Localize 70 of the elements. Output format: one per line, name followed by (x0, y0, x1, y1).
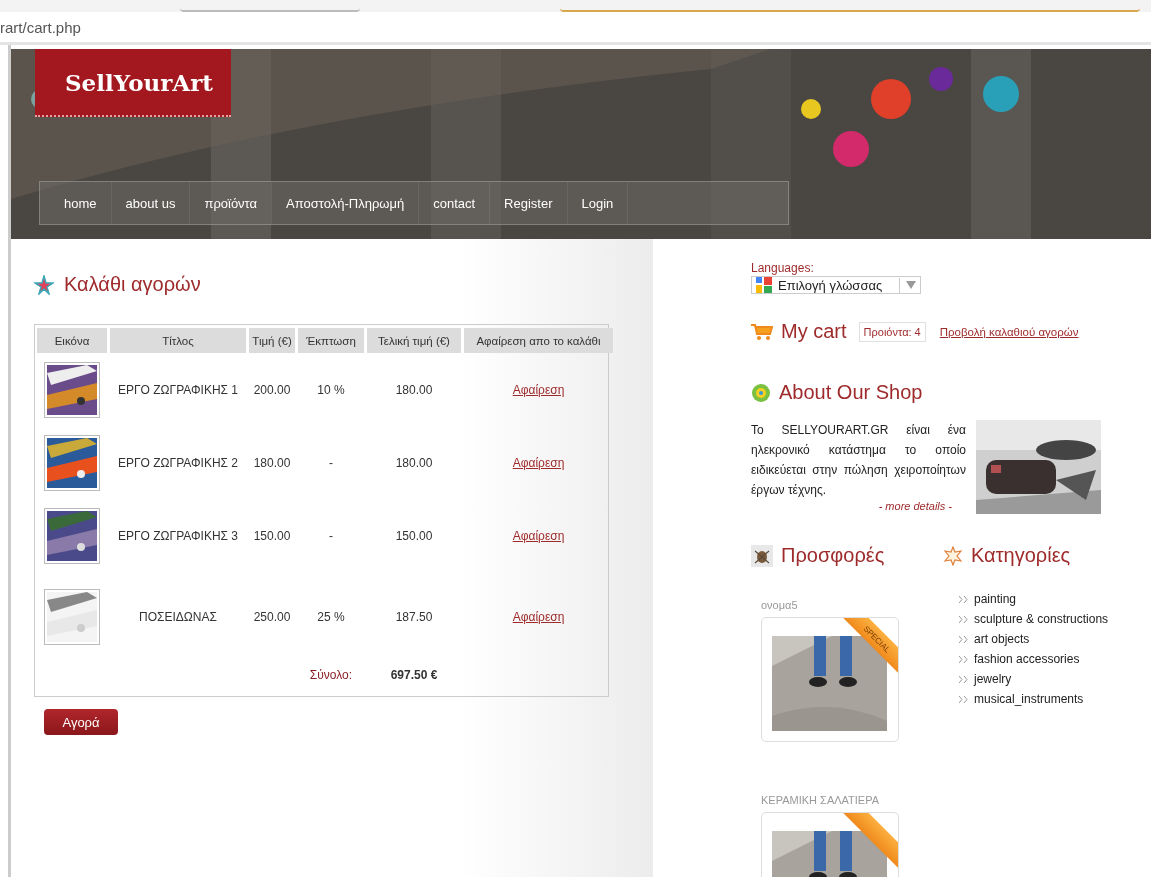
table-cell-text: 180.00 (394, 381, 434, 399)
language-select[interactable]: Επιλογή γλώσσας (751, 276, 921, 294)
table-cell-text: ΕΡΓΟ ΖΩΓΡΑΦΙΚΗΣ 1 (117, 381, 239, 399)
category-link[interactable]: sculpture & constructions (959, 609, 1109, 629)
star-icon (34, 274, 54, 295)
chevrons-icon (959, 695, 968, 703)
chevrons-icon (959, 595, 968, 603)
table-cell-text: 180.00 (394, 454, 434, 472)
table-cell-text: 187.50 (394, 609, 434, 626)
section-title: Προσφορές (781, 544, 885, 567)
more-details-link[interactable]: - more details - (878, 500, 952, 512)
total-value: 697.50 € (389, 667, 439, 684)
dropdown-arrow-icon (906, 281, 916, 289)
about-text: Το SELLYOURART.GR είναι ένα ηλεκρονικό κατάστημα το οποίο ειδικεύεται στην πώληση χειροποίητων έργων τέχνης. (751, 422, 966, 499)
bug-icon (751, 544, 773, 567)
address-bar[interactable]: rart/cart.php (0, 18, 81, 36)
table-cell-text: 150.00 (252, 527, 292, 545)
squares-icon (756, 277, 772, 293)
chevrons-icon (959, 675, 968, 683)
table-cell-text: 25 % (316, 609, 346, 626)
table-cell-text: 200.00 (252, 381, 292, 399)
table-cell-text: 10 % (316, 381, 346, 399)
nav-link[interactable]: Register (490, 182, 568, 224)
section-title: About Our Shop (779, 381, 923, 404)
column-header: Τελική τιμή (€) (367, 328, 461, 353)
total-label: Σύνολο: (308, 667, 354, 684)
category-link[interactable]: painting (959, 589, 1109, 609)
chevrons-icon (959, 635, 968, 643)
table-cell-text: 180.00 (252, 454, 292, 472)
remove-link[interactable]: Αφαίρεση (512, 610, 565, 624)
table-cell-text: ΠΟΣΕΙΔΩΝΑΣ (138, 609, 218, 626)
nav-link[interactable]: Αποστολή-Πληρωμή (272, 182, 420, 224)
column-header: Έκπτωση (298, 328, 364, 353)
remove-link[interactable]: Αφαίρεση (512, 382, 565, 397)
cart-title: My cart (781, 320, 847, 343)
nav-link[interactable]: προϊόντα (190, 182, 273, 224)
table-cell-text: ΕΡΓΟ ΖΩΓΡΑΦΙΚΗΣ 2 (117, 454, 239, 472)
nav-link[interactable]: home (50, 182, 112, 224)
item-count: Προιόντα: 4 (858, 321, 926, 342)
nav-link[interactable]: about us (111, 182, 191, 224)
category-link[interactable]: fashion accessories (959, 649, 1109, 669)
category-link[interactable]: jewelry (959, 669, 1109, 689)
category-link[interactable]: musical_instruments (959, 689, 1109, 709)
table-cell-text: - (328, 454, 334, 472)
flower-icon (751, 382, 771, 403)
flower-outline-icon (943, 545, 963, 566)
remove-link[interactable]: Αφαίρεση (512, 455, 565, 470)
buy-button[interactable]: Αγορά (44, 709, 118, 735)
chevrons-icon (959, 655, 968, 663)
product-name: ΚΕΡΑΜΙΚΗ ΣΑΛΑΤΙΕΡΑ (761, 794, 881, 806)
cart-icon (751, 322, 773, 341)
column-header: Τίτλος (110, 328, 246, 353)
table-cell-text: 250.00 (252, 609, 292, 626)
remove-link[interactable]: Αφαίρεση (512, 528, 565, 543)
table-cell-text: ΕΡΓΟ ΖΩΓΡΑΦΙΚΗΣ 3 (117, 527, 239, 545)
view-cart-link[interactable]: Προβολή καλαθιού αγορών (939, 325, 1079, 338)
chevrons-icon (959, 615, 968, 623)
category-link[interactable]: art objects (959, 629, 1109, 649)
nav-link[interactable]: Login (567, 182, 629, 224)
languages-label: Languages: (751, 261, 815, 275)
column-header: Αφαίρεση απο το καλάθι (464, 328, 613, 353)
section-title: Κατηγορίες (971, 544, 1071, 567)
site-logo[interactable]: SellYourArt (35, 49, 231, 117)
nav-link[interactable]: contact (419, 182, 491, 224)
table-cell-text: - (328, 527, 334, 545)
page-title: Καλάθι αγορών (64, 273, 201, 296)
product-name: ονομα5 (761, 599, 799, 611)
table-cell-text: 150.00 (394, 527, 434, 545)
column-header: Τιμή (€) (249, 328, 295, 353)
column-header: Εικόνα (37, 328, 107, 353)
